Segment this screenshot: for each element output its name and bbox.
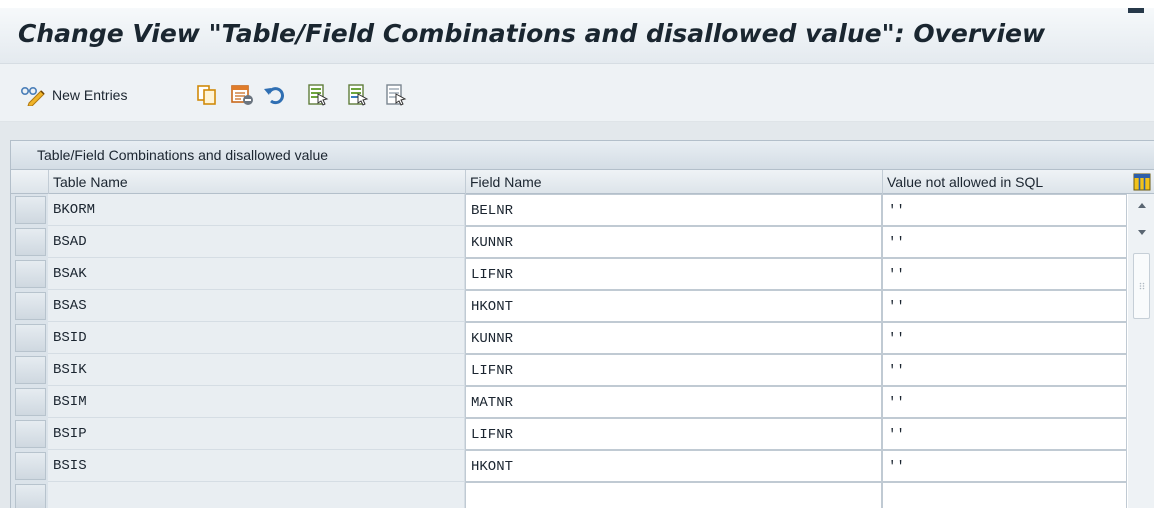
cell-table-name: BSAD bbox=[48, 226, 465, 258]
row-selector[interactable] bbox=[15, 356, 46, 384]
cell-field-name[interactable]: MATNR bbox=[465, 386, 882, 418]
row-selector[interactable] bbox=[15, 292, 46, 320]
deselect-all-button[interactable] bbox=[385, 84, 407, 106]
cell-field-name[interactable]: HKONT bbox=[465, 290, 882, 322]
select-all-button[interactable] bbox=[307, 84, 329, 106]
row-selector[interactable] bbox=[15, 196, 46, 224]
undo-change-icon bbox=[264, 87, 284, 105]
cell-field-name[interactable]: KUNNR bbox=[465, 322, 882, 354]
cell-field-name[interactable]: LIFNR bbox=[465, 354, 882, 386]
scroll-up-arrow-icon bbox=[1138, 203, 1146, 208]
column-header-table-name[interactable]: Table Name bbox=[48, 170, 465, 194]
copy-as-button[interactable] bbox=[196, 84, 218, 106]
table-control: Table/Field Combinations and disallowed … bbox=[10, 140, 1154, 508]
cell-table-name: BSID bbox=[48, 322, 465, 354]
cell-table-name: BKORM bbox=[48, 194, 465, 226]
table-row: BSID KUNNR '' bbox=[48, 322, 1127, 354]
deselect-all-icon bbox=[386, 84, 407, 106]
cell-table-name: BSIP bbox=[48, 418, 465, 450]
cell-table-name: BSAK bbox=[48, 258, 465, 290]
cell-value-not-allowed[interactable] bbox=[882, 482, 1127, 508]
cell-value-not-allowed[interactable]: '' bbox=[882, 322, 1127, 354]
table-row: BSAD KUNNR '' bbox=[48, 226, 1127, 258]
delete-button[interactable] bbox=[230, 84, 254, 106]
content-area: Table/Field Combinations and disallowed … bbox=[0, 122, 1154, 508]
table-row: BSIM MATNR '' bbox=[48, 386, 1127, 418]
row-selector[interactable] bbox=[15, 452, 46, 480]
row-selector[interactable] bbox=[15, 260, 46, 288]
scroll-down-button[interactable] bbox=[1132, 222, 1152, 242]
display-change-button[interactable] bbox=[20, 84, 46, 106]
table-row: BSIK LIFNR '' bbox=[48, 354, 1127, 386]
page-title: Change View "Table/Field Combinations an… bbox=[18, 19, 1046, 48]
select-block-icon bbox=[348, 84, 369, 106]
grip-icon bbox=[1139, 282, 1144, 290]
column-header-field-name[interactable]: Field Name bbox=[465, 170, 882, 194]
cell-value-not-allowed[interactable]: '' bbox=[882, 354, 1127, 386]
cell-table-name: BSIK bbox=[48, 354, 465, 386]
table-settings-icon bbox=[1133, 173, 1150, 191]
cell-table-name: BSAS bbox=[48, 290, 465, 322]
cell-field-name[interactable] bbox=[465, 482, 882, 508]
scroll-up-button[interactable] bbox=[1132, 196, 1152, 216]
cell-table-name: BSIS bbox=[48, 450, 465, 482]
title-corner-decoration bbox=[1128, 8, 1144, 13]
new-entries-button[interactable]: New Entries bbox=[52, 84, 127, 106]
cell-value-not-allowed[interactable]: '' bbox=[882, 226, 1127, 258]
table-header-row: Table Name Field Name Value not allowed … bbox=[11, 170, 1154, 194]
column-header-value-not-allowed[interactable]: Value not allowed in SQL bbox=[882, 170, 1128, 194]
application-toolbar: New Entries bbox=[0, 64, 1154, 122]
cell-table-name: BSIM bbox=[48, 386, 465, 418]
cell-field-name[interactable]: HKONT bbox=[465, 450, 882, 482]
table-row: BKORM BELNR '' bbox=[48, 194, 1127, 226]
row-selector[interactable] bbox=[15, 484, 46, 508]
copy-as-icon bbox=[197, 85, 216, 105]
delete-icon bbox=[231, 85, 253, 105]
table-caption: Table/Field Combinations and disallowed … bbox=[11, 141, 1154, 170]
cell-value-not-allowed[interactable]: '' bbox=[882, 290, 1127, 322]
cell-field-name[interactable]: KUNNR bbox=[465, 226, 882, 258]
cell-field-name[interactable]: BELNR bbox=[465, 194, 882, 226]
row-selector[interactable] bbox=[15, 324, 46, 352]
title-bar: Change View "Table/Field Combinations an… bbox=[0, 8, 1154, 64]
row-selector[interactable] bbox=[15, 228, 46, 256]
vertical-scrollbar[interactable] bbox=[1128, 194, 1154, 508]
cell-field-name[interactable]: LIFNR bbox=[465, 418, 882, 450]
table-settings-button[interactable] bbox=[1128, 170, 1154, 194]
row-selector[interactable] bbox=[15, 388, 46, 416]
table-row bbox=[48, 482, 1127, 508]
cell-value-not-allowed[interactable]: '' bbox=[882, 418, 1127, 450]
cell-table-name bbox=[48, 482, 465, 508]
select-all-icon bbox=[308, 84, 329, 106]
sap-window: Change View "Table/Field Combinations an… bbox=[0, 0, 1154, 508]
display-change-icon bbox=[20, 86, 45, 106]
table-caption-text: Table/Field Combinations and disallowed … bbox=[37, 147, 329, 163]
new-entries-label: New Entries bbox=[52, 87, 128, 103]
cell-field-name[interactable]: LIFNR bbox=[465, 258, 882, 290]
row-selector[interactable] bbox=[15, 420, 46, 448]
select-block-button[interactable] bbox=[347, 84, 369, 106]
table-row: BSAK LIFNR '' bbox=[48, 258, 1127, 290]
scroll-down-arrow-icon bbox=[1138, 230, 1146, 235]
row-selector-column bbox=[11, 194, 48, 508]
table-row: BSAS HKONT '' bbox=[48, 290, 1127, 322]
cell-value-not-allowed[interactable]: '' bbox=[882, 450, 1127, 482]
table-row: BSIP LIFNR '' bbox=[48, 418, 1127, 450]
undo-change-button[interactable] bbox=[263, 84, 285, 106]
scroll-thumb[interactable] bbox=[1133, 253, 1150, 319]
table-row: BSIS HKONT '' bbox=[48, 450, 1127, 482]
cell-value-not-allowed[interactable]: '' bbox=[882, 194, 1127, 226]
cell-value-not-allowed[interactable]: '' bbox=[882, 258, 1127, 290]
cell-value-not-allowed[interactable]: '' bbox=[882, 386, 1127, 418]
